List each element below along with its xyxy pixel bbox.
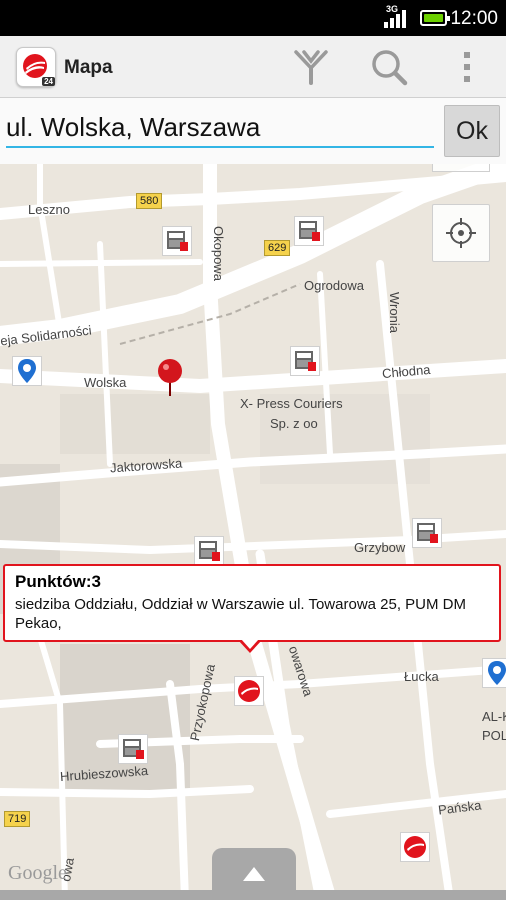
road-shield: 629 [264, 240, 291, 256]
bank-logo-icon [238, 680, 260, 702]
atm-icon [417, 523, 438, 543]
filter-button[interactable] [288, 44, 334, 90]
map-pin-icon [488, 661, 506, 685]
atm-icon [167, 231, 188, 251]
place-label: POL [482, 728, 506, 743]
overflow-menu-button[interactable] [444, 44, 490, 90]
place-label: Sp. z oo [270, 416, 318, 431]
atm-marker[interactable] [194, 536, 224, 566]
bank-branch-marker[interactable] [234, 676, 264, 706]
atm-marker[interactable] [412, 518, 442, 548]
app-badge: 24 [42, 77, 55, 86]
street-label: Grzybow [354, 540, 406, 555]
place-label: AL-K [482, 709, 506, 724]
zoom-controls-top[interactable] [432, 164, 490, 172]
bank-branch-marker[interactable] [400, 832, 430, 862]
app-logo-icon[interactable]: 24 [16, 47, 56, 87]
bank-logo-icon [404, 836, 426, 858]
atm-marker[interactable] [290, 346, 320, 376]
atm-marker[interactable] [294, 216, 324, 246]
road-shield: 719 [4, 811, 31, 827]
map-view[interactable]: Leszno Okopowa Ogrodowa Wronia eja Solid… [0, 164, 506, 900]
atm-icon [123, 739, 144, 759]
street-label: Łucka [404, 669, 439, 684]
filter-icon [294, 50, 328, 85]
search-icon [372, 50, 408, 86]
info-window-title: Punktów:3 [15, 572, 101, 591]
location-marker[interactable] [12, 356, 42, 386]
atm-icon [295, 351, 316, 371]
street-label: Wolska [84, 375, 127, 390]
street-label: Ogrodowa [304, 278, 364, 293]
status-bar: 3G 12:00 [0, 0, 506, 36]
atm-marker[interactable] [118, 734, 148, 764]
info-window[interactable]: Punktów:3 siedziba Oddziału, Oddział w W… [3, 564, 501, 642]
clock: 12:00 [450, 8, 498, 29]
place-label: X- Press Couriers [240, 396, 343, 411]
road-shield: 580 [136, 193, 163, 209]
location-marker[interactable] [482, 658, 506, 688]
search-button[interactable] [366, 44, 412, 90]
page-title: Mapa [64, 57, 113, 78]
action-bar: 24 Mapa [0, 36, 506, 98]
google-attribution: Google [8, 862, 67, 884]
atm-icon [299, 221, 320, 241]
my-location-button[interactable] [432, 204, 490, 262]
ok-button[interactable]: Ok [444, 105, 500, 157]
atm-icon [199, 541, 220, 561]
info-window-body: siedziba Oddziału, Oddział w Warszawie u… [15, 596, 467, 632]
signal-icon [384, 10, 406, 28]
info-window-pointer-inner [241, 639, 259, 649]
map-pin-icon [18, 359, 36, 383]
address-input[interactable] [6, 108, 434, 148]
atm-marker[interactable] [162, 226, 192, 256]
search-result-pin-icon[interactable] [154, 358, 188, 398]
street-label: Leszno [28, 202, 70, 217]
battery-icon [420, 10, 450, 26]
crosshair-icon [446, 218, 476, 248]
street-label: Wronia [387, 292, 402, 333]
search-row: Ok [0, 98, 506, 164]
arrow-up-icon [243, 867, 265, 881]
drawer-handle[interactable] [212, 848, 296, 900]
street-label: Okopowa [211, 226, 226, 281]
overflow-menu-icon [464, 52, 470, 82]
